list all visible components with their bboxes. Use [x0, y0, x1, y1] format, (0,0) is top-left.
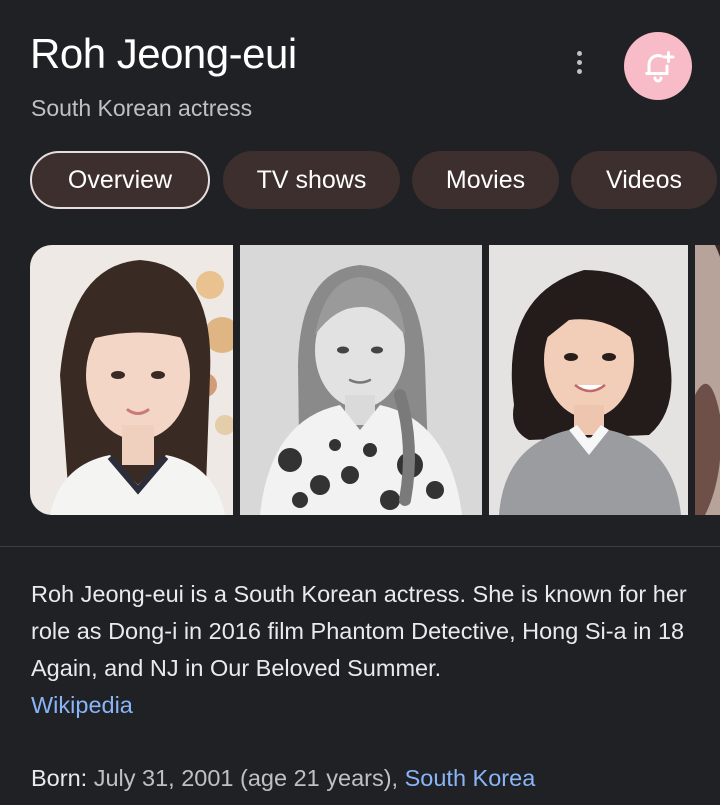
wikipedia-link[interactable]: Wikipedia: [31, 692, 133, 718]
page-title: Roh Jeong-eui: [30, 30, 297, 77]
tab-videos[interactable]: Videos: [571, 151, 717, 209]
born-row: Born: July 31, 2001 (age 21 years), Sout…: [31, 760, 711, 797]
description-block: Roh Jeong-eui is a South Korean actress.…: [31, 576, 691, 724]
notification-add-icon: [645, 51, 675, 83]
tab-overview[interactable]: Overview: [30, 151, 210, 209]
tab-movies[interactable]: Movies: [412, 151, 559, 209]
photo-1[interactable]: [30, 245, 233, 515]
more-vert-icon-dot: [576, 59, 582, 65]
more-vert-icon-dot: [576, 68, 582, 74]
section-divider: [0, 546, 720, 547]
born-label: Born:: [31, 765, 88, 791]
more-vert-icon-dot: [576, 50, 582, 56]
follow-notification-button[interactable]: [624, 32, 692, 100]
description-text: Roh Jeong-eui is a South Korean actress.…: [31, 581, 687, 681]
photo-2[interactable]: [240, 245, 482, 515]
photo-3[interactable]: [489, 245, 688, 515]
photo-4[interactable]: [695, 245, 720, 515]
birthplace-link[interactable]: South Korea: [405, 765, 536, 791]
image-carousel: [30, 245, 720, 515]
born-value: July 31, 2001 (age 21 years),: [87, 765, 405, 791]
tab-bar: Overview TV shows Movies Videos: [30, 151, 720, 211]
tab-tv-shows[interactable]: TV shows: [223, 151, 400, 209]
more-options-button[interactable]: [564, 42, 594, 82]
page-subtitle: South Korean actress: [31, 95, 253, 121]
